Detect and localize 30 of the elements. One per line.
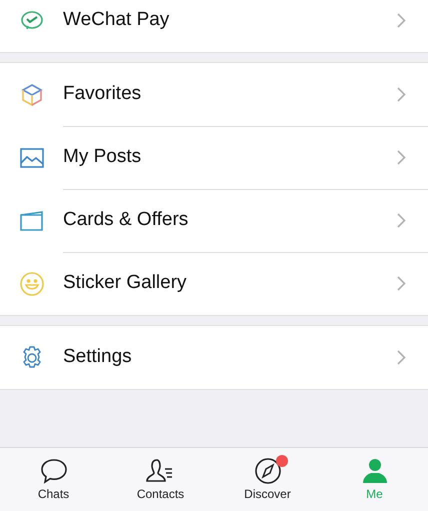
menu-item[interactable]: WeChat Pay <box>0 0 428 52</box>
person-icon <box>362 458 386 482</box>
menu-item[interactable]: My Posts <box>0 126 428 189</box>
chevron-icon <box>397 213 406 228</box>
menu-item[interactable]: Cards & Offers <box>0 189 428 252</box>
menu-item[interactable]: Sticker Gallery <box>0 252 428 315</box>
menu-label: Settings <box>63 345 133 370</box>
tab[interactable]: Discover <box>214 448 321 511</box>
image-icon <box>20 148 44 168</box>
menu-item[interactable]: Settings <box>0 326 428 389</box>
card-icon <box>20 210 43 230</box>
menu-label: Cards & Offers <box>63 208 190 232</box>
smiley-icon <box>20 272 44 296</box>
tab[interactable]: Contacts <box>107 448 214 511</box>
menu-item[interactable]: Favorites <box>0 63 428 126</box>
settings-icon <box>23 346 41 368</box>
menu-label: Favorites <box>63 82 142 106</box>
chevron-icon <box>397 150 406 165</box>
menu-label: WeChat Pay <box>63 8 170 32</box>
chevron-icon <box>397 13 406 28</box>
tab[interactable]: Chats <box>0 448 107 511</box>
chevron-icon <box>397 87 406 102</box>
chat-icon <box>40 458 66 482</box>
contacts-icon <box>146 458 172 482</box>
compass-icon <box>254 458 280 484</box>
menu-label: My Posts <box>63 145 142 170</box>
cube-icon <box>21 84 43 106</box>
chevron-icon <box>397 276 406 291</box>
menu-label: Sticker Gallery <box>63 271 188 296</box>
chevron-icon <box>397 350 406 365</box>
